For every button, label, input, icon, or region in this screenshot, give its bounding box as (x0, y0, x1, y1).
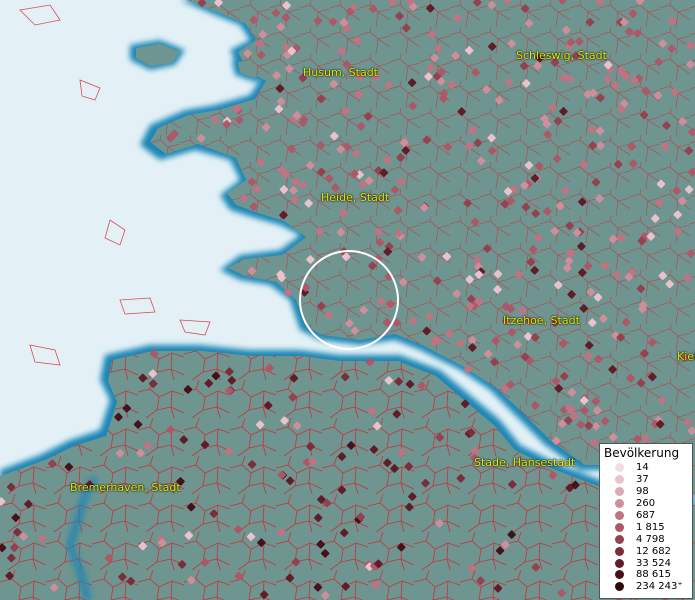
legend-value: 14 (636, 462, 649, 474)
legend-item: 88 615 (600, 569, 692, 581)
legend-item: 687 (600, 510, 692, 522)
legend-value: 98 (636, 486, 649, 498)
legend-item: 4 798 (600, 533, 692, 545)
legend-swatch (615, 570, 624, 580)
legend-value: 37 (636, 474, 649, 486)
legend-value: 33 524 (636, 557, 671, 569)
legend-value: 234 243⁺ (636, 581, 683, 593)
legend-swatch (615, 499, 624, 509)
legend-swatch (615, 487, 624, 497)
legend-swatch (615, 582, 624, 592)
legend-item: 12 682 (600, 545, 692, 557)
legend-swatch (615, 511, 624, 520)
legend-item: 14 (600, 462, 692, 474)
legend-item: 234 243⁺ (600, 581, 692, 593)
legend-value: 12 682 (636, 545, 671, 557)
legend-item: 260 (600, 498, 692, 510)
legend-item: 98 (600, 486, 692, 498)
legend-value: 260 (636, 498, 656, 510)
legend-value: 88 615 (636, 569, 671, 581)
map-canvas[interactable] (0, 0, 695, 600)
legend-item: 33 524 (600, 557, 692, 569)
legend-item: 1 815 (600, 521, 692, 533)
population-map[interactable]: Husum, Stadt Schleswig, Stadt Heide, Sta… (0, 0, 695, 600)
legend-swatch (615, 558, 624, 568)
legend-swatch (615, 463, 624, 473)
legend-swatch (615, 522, 624, 532)
legend-value: 4 798 (636, 533, 665, 545)
legend-rows: 14 37 98 260 687 1 815 4 798 12 682 33 5… (600, 462, 692, 593)
legend-swatch (615, 534, 624, 544)
legend-swatch (615, 475, 624, 485)
legend-swatch (615, 546, 624, 556)
legend: Bevölkerung 14 37 98 260 687 1 815 4 798… (599, 443, 693, 599)
legend-value: 1 815 (636, 521, 665, 533)
legend-value: 687 (636, 510, 656, 521)
legend-title: Bevölkerung (604, 446, 680, 460)
legend-item: 37 (600, 474, 692, 486)
